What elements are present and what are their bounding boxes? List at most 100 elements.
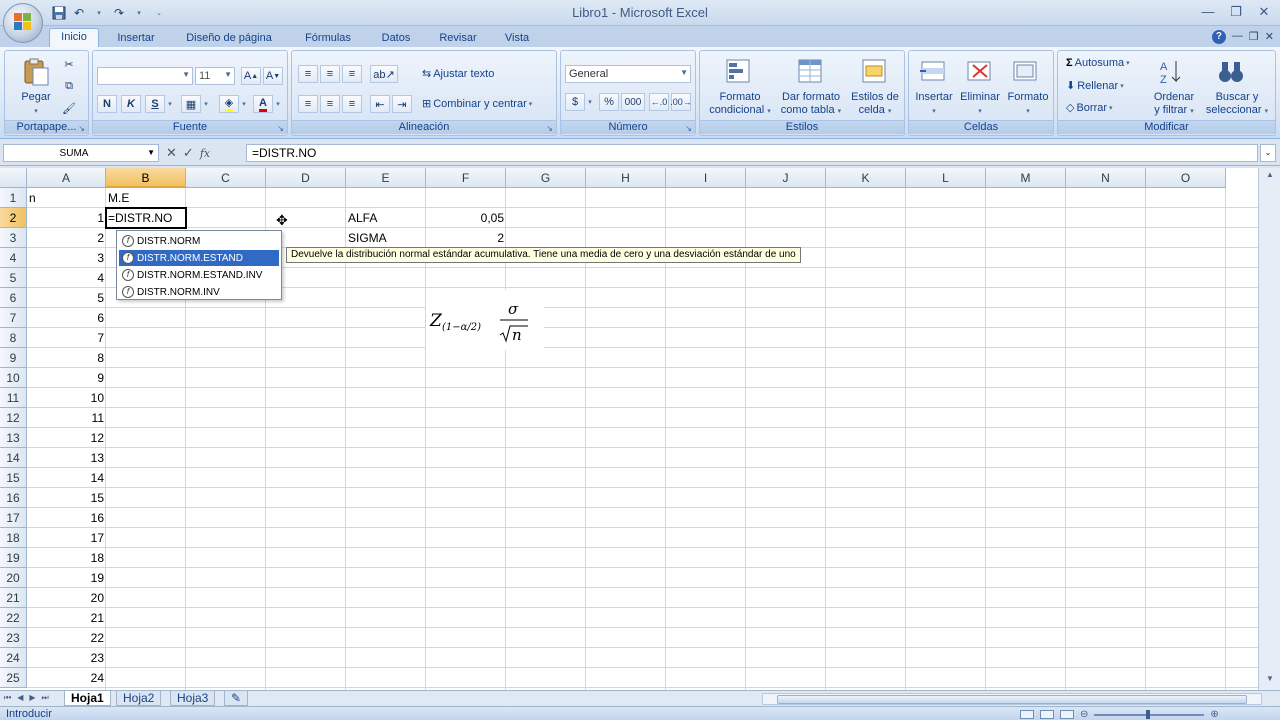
row-header-22[interactable]: 22 [0, 608, 27, 628]
tab-revisar[interactable]: Revisar [432, 30, 484, 48]
row-header-10[interactable]: 10 [0, 368, 27, 388]
row-header-11[interactable]: 11 [0, 388, 27, 408]
sheet-tab-hoja2[interactable]: Hoja2 [116, 691, 162, 706]
paste-button[interactable]: Pegar [15, 91, 57, 104]
row-header-4[interactable]: 4 [0, 248, 27, 268]
cell-a10[interactable]: 9 [27, 368, 106, 388]
cell-e3[interactable]: SIGMA [346, 228, 426, 248]
clear-button[interactable]: ◇ Borrar ▾ [1066, 101, 1113, 115]
minimize-button[interactable]: — [1198, 4, 1218, 20]
row-header-2[interactable]: 2 [0, 208, 27, 228]
sheet-tab-hoja3[interactable]: Hoja3 [170, 691, 216, 706]
align-top-icon[interactable]: ≡ [298, 65, 318, 83]
cell-a22[interactable]: 21 [27, 608, 106, 628]
cell-a6[interactable]: 5 [27, 288, 106, 308]
cell-a25[interactable]: 24 [27, 668, 106, 688]
cell-e2[interactable]: ALFA [346, 208, 426, 228]
row-header-13[interactable]: 13 [0, 428, 27, 448]
first-sheet-icon[interactable]: ⏮ [4, 693, 11, 703]
conditional-format-button[interactable]: Formato condicional ▾ [702, 91, 778, 118]
cell-a16[interactable]: 15 [27, 488, 106, 508]
zoom-slider[interactable] [1094, 709, 1205, 719]
zoom-out-icon[interactable]: ⊖ [1080, 709, 1088, 720]
row-header-19[interactable]: 19 [0, 548, 27, 568]
format-cells-button[interactable]: Formato ▾ [1003, 91, 1053, 118]
page-layout-view-icon[interactable] [1040, 710, 1054, 719]
shrink-font-icon[interactable]: A ▼ [263, 67, 283, 85]
column-header-n[interactable]: N [1066, 168, 1146, 188]
tab-diseno-pagina[interactable]: Diseño de página [176, 30, 282, 48]
copy-icon[interactable]: ⧉ [59, 77, 79, 95]
percent-button[interactable]: % [599, 93, 619, 111]
thousands-button[interactable]: 000 [621, 93, 645, 111]
cell-b2[interactable]: =DISTR.NO [106, 208, 186, 228]
cell-a4[interactable]: 3 [27, 248, 106, 268]
horizontal-scroll-thumb[interactable] [777, 695, 1247, 704]
font-launcher-icon[interactable]: ↘ [277, 124, 284, 133]
row-header-6[interactable]: 6 [0, 288, 27, 308]
cell-f2[interactable]: 0,05 [426, 208, 506, 228]
cell-a5[interactable]: 4 [27, 268, 106, 288]
cell-a19[interactable]: 18 [27, 548, 106, 568]
row-header-20[interactable]: 20 [0, 568, 27, 588]
align-middle-icon[interactable]: ≡ [320, 65, 340, 83]
cell-a8[interactable]: 7 [27, 328, 106, 348]
tab-insertar[interactable]: Insertar [108, 30, 164, 48]
column-header-a[interactable]: A [27, 168, 106, 188]
row-header-23[interactable]: 23 [0, 628, 27, 648]
alignment-launcher-icon[interactable]: ↘ [546, 124, 553, 133]
row-header-18[interactable]: 18 [0, 528, 27, 548]
expand-formula-bar-icon[interactable]: ⌄ [1260, 144, 1276, 162]
workbook-restore-button[interactable]: ❐ [1249, 30, 1259, 44]
increase-indent-icon[interactable]: ⇥ [392, 95, 412, 113]
merge-center-button[interactable]: ⊞ Combinar y centrar ▾ [422, 97, 532, 111]
cancel-icon[interactable]: ✕ [166, 145, 177, 161]
fill-color-dropdown-icon[interactable]: ▾ [239, 95, 249, 113]
prev-sheet-icon[interactable]: ◀ [17, 693, 23, 703]
delete-cells-button[interactable]: Eliminar ▾ [955, 91, 1005, 118]
cell-a3[interactable]: 2 [27, 228, 106, 248]
number-format-combo[interactable]: General ▼ [565, 65, 691, 83]
paste-dropdown-icon[interactable]: ▾ [15, 105, 57, 118]
sheet-tab-hoja1[interactable]: Hoja1 [64, 691, 111, 706]
cell-a20[interactable]: 19 [27, 568, 106, 588]
next-sheet-icon[interactable]: ▶ [29, 693, 35, 703]
align-bottom-icon[interactable]: ≡ [342, 65, 362, 83]
insert-function-icon[interactable]: fx [200, 147, 210, 160]
autocomplete-item[interactable]: f DISTR.NORM.ESTAND.INV [119, 267, 279, 283]
row-header-8[interactable]: 8 [0, 328, 27, 348]
autocomplete-item[interactable]: f DISTR.NORM.INV [119, 284, 279, 300]
row-header-14[interactable]: 14 [0, 448, 27, 468]
currency-button[interactable]: $ [565, 93, 585, 111]
sort-filter-button[interactable]: Ordenar y filtrar ▾ [1142, 91, 1206, 118]
workbook-close-button[interactable]: ✕ [1265, 30, 1274, 44]
cell-a14[interactable]: 13 [27, 448, 106, 468]
tab-formulas[interactable]: Fórmulas [296, 30, 360, 48]
scroll-down-icon[interactable]: ▼ [1262, 674, 1278, 688]
scroll-up-icon[interactable]: ▲ [1262, 170, 1278, 184]
column-header-h[interactable]: H [586, 168, 666, 188]
font-name-combo[interactable]: ▼ [97, 67, 193, 85]
autocomplete-item[interactable]: f DISTR.NORM.ESTAND [119, 250, 279, 266]
office-button[interactable] [3, 3, 43, 43]
format-painter-icon[interactable]: 🖌 [59, 99, 79, 117]
orientation-icon[interactable]: ab↗ [370, 65, 398, 83]
number-launcher-icon[interactable]: ↘ [685, 124, 692, 133]
underline-dropdown-icon[interactable]: ▾ [165, 95, 175, 113]
increase-decimal-icon[interactable]: ←.0 [649, 93, 669, 111]
cell-a23[interactable]: 22 [27, 628, 106, 648]
row-header-3[interactable]: 3 [0, 228, 27, 248]
row-header-24[interactable]: 24 [0, 648, 27, 668]
row-header-5[interactable]: 5 [0, 268, 27, 288]
borders-icon[interactable]: ▦ [181, 95, 201, 113]
grow-font-icon[interactable]: A ▲ [241, 67, 261, 85]
tab-datos[interactable]: Datos [372, 30, 420, 48]
insert-cells-button[interactable]: Insertar ▾ [909, 91, 959, 118]
column-header-o[interactable]: O [1146, 168, 1226, 188]
column-header-f[interactable]: F [426, 168, 506, 188]
tab-vista[interactable]: Vista [496, 30, 538, 48]
help-icon[interactable]: ? [1211, 30, 1226, 44]
cell-a21[interactable]: 20 [27, 588, 106, 608]
align-right-icon[interactable]: ≡ [342, 95, 362, 113]
cell-a12[interactable]: 11 [27, 408, 106, 428]
